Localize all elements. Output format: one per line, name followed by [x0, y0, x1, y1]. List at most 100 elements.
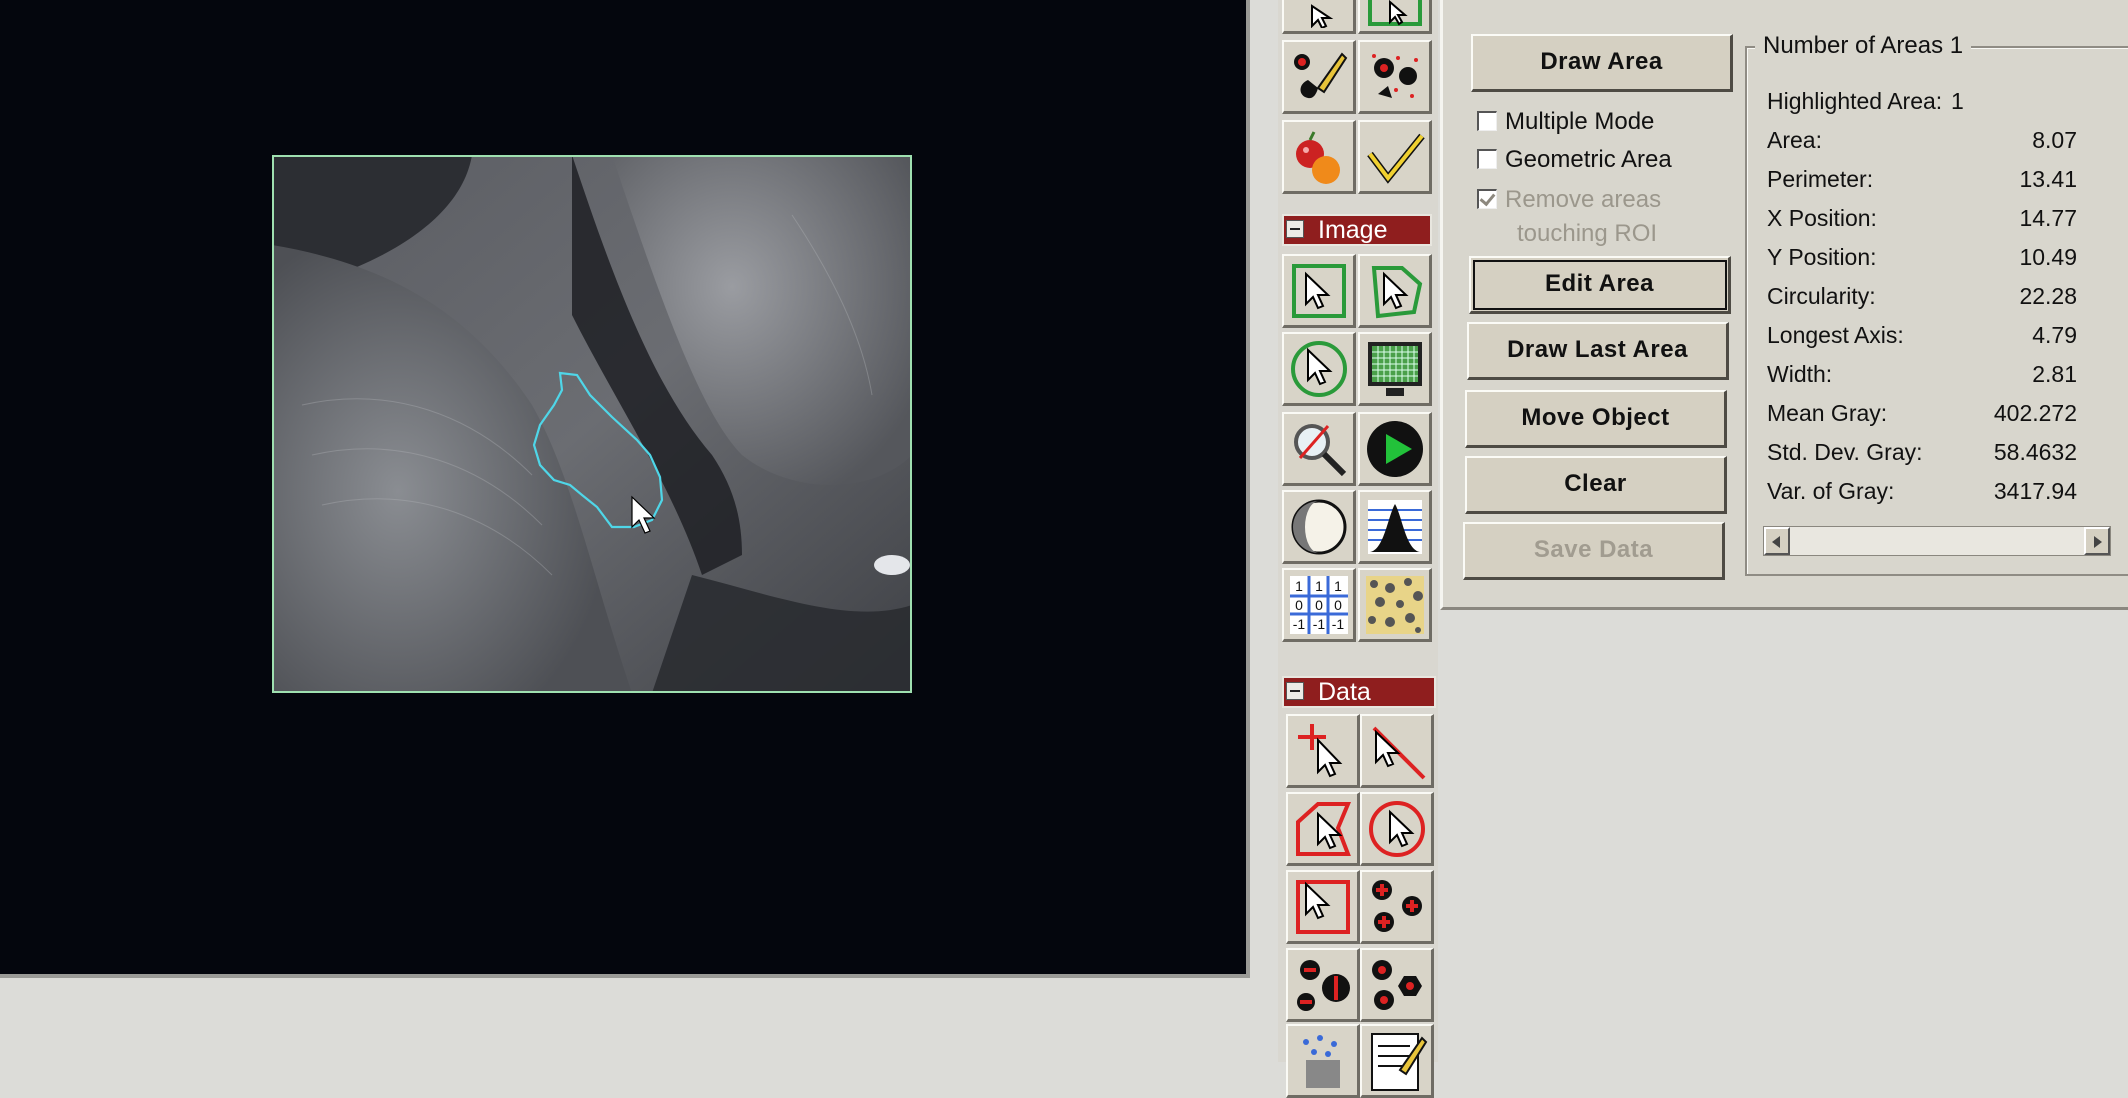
stat-label: Area: — [1767, 127, 1822, 153]
stat-label: Mean Gray: — [1767, 400, 1888, 426]
stat-value: 22.28 — [2019, 283, 2077, 309]
spray-icon — [1303, 1035, 1340, 1088]
save-data-button[interactable]: Save Data — [1463, 522, 1725, 580]
image-histogram-button[interactable] — [1358, 490, 1432, 564]
remove-areas-label: Remove areas — [1505, 186, 1662, 213]
accept-tool-button[interactable] — [1358, 120, 1432, 194]
select-rect-tool-button[interactable] — [1358, 0, 1432, 34]
stat-label: Width: — [1767, 361, 1833, 387]
dots-plus-icon — [1372, 880, 1422, 932]
results-groupbox: Number of Areas 1 Highlighted Area: 1 Ar… — [1745, 32, 2128, 576]
rect-cursor-icon — [1296, 880, 1350, 934]
image-kernel-button[interactable]: 1 1 1 0 0 0 -1 -1 -1 — [1282, 568, 1356, 642]
fruit-tool-button[interactable] — [1282, 120, 1356, 194]
data-dots-hex-button[interactable] — [1360, 948, 1434, 1022]
stat-value: 2.81 — [2032, 361, 2077, 387]
select-tool-button[interactable] — [1282, 0, 1356, 34]
image-palette-header[interactable]: Image — [1282, 214, 1432, 246]
dots-minus-icon — [1297, 960, 1350, 1011]
data-notepad-button[interactable] — [1360, 1024, 1434, 1098]
data-palette-header[interactable]: Data — [1282, 676, 1436, 708]
image-grid-button[interactable] — [1358, 332, 1432, 406]
stat-value: 3417.94 — [1993, 478, 2077, 504]
stat-label: Longest Axis: — [1767, 322, 1904, 348]
multiple-mode-checkbox[interactable]: Multiple Mode — [1477, 108, 1654, 136]
data-dots-minus-button[interactable] — [1286, 948, 1360, 1022]
paint-tool-button[interactable] — [1282, 40, 1356, 114]
move-object-button[interactable]: Move Object — [1465, 390, 1727, 448]
image-sphere-button[interactable] — [1282, 490, 1356, 564]
remove-areas-checkbox[interactable]: Remove areas — [1477, 186, 1661, 214]
grayscale-image[interactable] — [272, 155, 912, 693]
stat-value: 8.07 — [2032, 127, 2077, 153]
svg-text:1: 1 — [1295, 578, 1303, 594]
clear-button[interactable]: Clear — [1465, 456, 1727, 514]
data-polygon-button[interactable] — [1286, 792, 1360, 866]
kernel-matrix-icon: 1 1 10 0 0-1 -1 -1 — [1290, 576, 1348, 634]
magnifier-icon — [1294, 424, 1347, 477]
apple-orange-icon — [1296, 131, 1340, 184]
data-circle-button[interactable] — [1360, 792, 1434, 866]
data-line-button[interactable] — [1360, 714, 1434, 788]
stat-value: 402.272 — [1993, 400, 2077, 426]
stat-label: X Position: — [1767, 205, 1877, 231]
stat-label: Std. Dev. Gray: — [1767, 439, 1923, 465]
draw-last-area-button[interactable]: Draw Last Area — [1467, 322, 1729, 380]
image-select-polygon-button[interactable] — [1358, 254, 1432, 328]
image-select-ellipse-button[interactable] — [1282, 332, 1356, 406]
minimize-icon[interactable] — [1286, 220, 1304, 238]
notepad-icon — [1371, 1033, 1428, 1091]
edit-area-button[interactable]: Edit Area — [1469, 256, 1731, 314]
dots-tool-button[interactable] — [1358, 40, 1432, 114]
image-select-rect-button[interactable] — [1282, 254, 1356, 328]
scatter-dots-icon — [1372, 54, 1418, 98]
svg-text:-1: -1 — [1332, 616, 1345, 632]
results-horizontal-scrollbar[interactable] — [1763, 526, 2111, 556]
stat-label: Highlighted Area: — [1767, 88, 1943, 114]
circle-cursor-icon — [1369, 801, 1425, 857]
image-grid-icon — [1368, 342, 1422, 396]
data-spray-button[interactable] — [1286, 1024, 1360, 1098]
paint-brush-icon — [1294, 52, 1348, 99]
svg-text:0: 0 — [1315, 597, 1323, 613]
data-palette-title: Data — [1318, 678, 1371, 706]
toolbox: Image 1 1 1 0 0 0 -1 -1 -1 Data — [1278, 0, 1438, 1098]
stat-value: 13.41 — [2019, 166, 2077, 192]
image-palette-title: Image — [1318, 216, 1388, 244]
select-polygon-icon — [1371, 266, 1423, 319]
area-measurement-panel: Draw Area Multiple Mode Geometric Area R… — [1440, 0, 2128, 610]
image-viewer[interactable] — [0, 0, 1250, 978]
svg-text:-1: -1 — [1313, 616, 1326, 632]
draw-area-button[interactable]: Draw Area — [1471, 34, 1733, 92]
stat-value: 14.77 — [2019, 205, 2077, 231]
number-of-areas-title: Number of Areas 1 — [1755, 32, 1972, 60]
texture-icon — [1366, 576, 1424, 634]
minimize-icon[interactable] — [1286, 682, 1304, 700]
data-point-button[interactable] — [1286, 714, 1360, 788]
remove-areas-label-line2: touching ROI — [1517, 220, 1658, 247]
dots-hex-icon — [1372, 960, 1422, 1010]
stat-value: 58.4632 — [1993, 439, 2077, 465]
stat-label: Var. of Gray: — [1767, 478, 1895, 504]
checkbox-box[interactable] — [1477, 111, 1497, 131]
data-rect-button[interactable] — [1286, 870, 1360, 944]
stat-value: 4.79 — [2032, 322, 2077, 348]
geometric-area-label: Geometric Area — [1505, 146, 1672, 173]
scroll-left-arrow-icon[interactable] — [1764, 527, 1790, 555]
svg-text:0: 0 — [1295, 597, 1303, 613]
line-cursor-icon — [1372, 726, 1426, 780]
arrow-cursor-icon — [1311, 4, 1334, 28]
scroll-right-arrow-icon[interactable] — [2084, 527, 2110, 555]
data-dots-plus-button[interactable] — [1360, 870, 1434, 944]
image-play-button[interactable] — [1358, 412, 1432, 486]
svg-text:0: 0 — [1334, 597, 1342, 613]
svg-text:-1: -1 — [1293, 616, 1306, 632]
checkbox-box[interactable] — [1477, 149, 1497, 169]
stat-label: Perimeter: — [1767, 166, 1874, 192]
image-texture-button[interactable] — [1358, 568, 1432, 642]
image-magnifier-button[interactable] — [1282, 412, 1356, 486]
checkbox-box[interactable] — [1477, 189, 1497, 209]
geometric-area-checkbox[interactable]: Geometric Area — [1477, 146, 1672, 174]
green-rect-cursor-icon — [1368, 0, 1422, 26]
stat-label: Circularity: — [1767, 283, 1876, 309]
